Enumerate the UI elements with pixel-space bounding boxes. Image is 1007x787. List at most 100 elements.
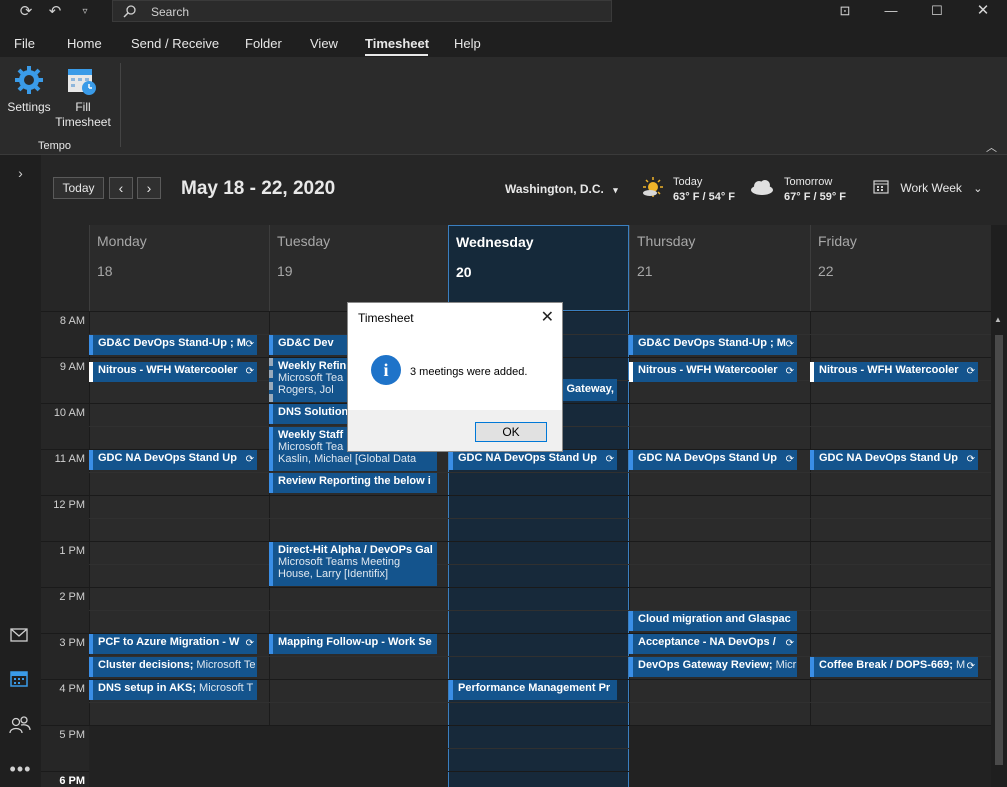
event-item[interactable]: Acceptance - NA DevOps / ⟳ xyxy=(629,634,797,654)
maximize-button[interactable]: ☐ xyxy=(914,0,960,22)
recurring-icon: ⟳ xyxy=(245,366,254,377)
expand-folder-pane-icon[interactable]: › xyxy=(0,165,41,181)
event-title: Gateway, xyxy=(566,383,615,395)
close-icon[interactable]: ✕ xyxy=(541,307,554,327)
day-column-thursday[interactable] xyxy=(629,311,810,787)
collapse-ribbon-icon[interactable]: ︿ xyxy=(986,139,997,155)
calendar-icon[interactable] xyxy=(10,671,28,687)
event-title: Direct-Hit Alpha / DevOPs Gal xyxy=(278,544,433,556)
event-item[interactable]: GDC NA DevOps Stand Up ⟳ xyxy=(810,450,978,470)
event-item[interactable]: Nitrous - WFH Watercooler ⟳ xyxy=(629,362,797,382)
event-item[interactable]: Review Reporting the below i xyxy=(269,473,437,493)
day-header-thursday[interactable]: Thursday 21 xyxy=(629,225,810,311)
day-header-tuesday[interactable]: Tuesday 19 xyxy=(269,225,449,311)
mail-icon[interactable] xyxy=(10,628,28,642)
recurring-icon: ⟳ xyxy=(605,454,614,465)
next-week-button[interactable]: › xyxy=(137,177,161,199)
people-icon[interactable] xyxy=(9,716,31,734)
settings-button[interactable]: Settings xyxy=(4,63,54,119)
recurring-icon: ⟳ xyxy=(785,638,794,649)
event-title: Acceptance - NA DevOps / xyxy=(638,636,776,648)
timesheet-icon xyxy=(68,69,96,95)
menu-send-receive[interactable]: Send / Receive xyxy=(131,36,219,51)
event-item[interactable]: Cluster decisions; Microsoft Te xyxy=(89,657,257,677)
hour-label: 6 PM xyxy=(59,775,85,787)
event-item[interactable]: Mapping Follow-up - Work Se xyxy=(269,634,437,654)
day-header-wednesday[interactable]: Wednesday 20 xyxy=(448,225,629,311)
day-column-friday[interactable] xyxy=(810,311,991,787)
event-location: Microsoft T xyxy=(196,682,254,694)
recurring-icon: ⟳ xyxy=(245,339,254,350)
day-number: 20 xyxy=(456,264,472,280)
today-button[interactable]: Today xyxy=(53,177,104,199)
event-item[interactable]: GD&C DevOps Stand-Up ; M ⟳ xyxy=(89,335,257,355)
ribbon-display-options-icon[interactable]: ⊡ xyxy=(822,0,868,22)
weather-tomorrow-temp: 67° F / 59° F xyxy=(784,191,846,203)
event-item[interactable]: GDC NA DevOps Stand Up ⟳ xyxy=(449,450,617,470)
view-selector[interactable]: Work Week ⌄ xyxy=(873,180,982,195)
event-item[interactable]: DNS setup in AKS; Microsoft T xyxy=(89,680,257,700)
view-label: Work Week xyxy=(900,181,962,195)
day-header-monday[interactable]: Monday 18 xyxy=(89,225,269,311)
close-window-button[interactable]: ✕ xyxy=(960,0,1006,22)
scrollbar-thumb[interactable] xyxy=(995,335,1003,765)
event-location: Micr xyxy=(772,659,797,671)
event-item[interactable]: GDC NA DevOps Stand Up ⟳ xyxy=(629,450,797,470)
menu-view[interactable]: View xyxy=(310,36,338,51)
event-title: Weekly Staff xyxy=(278,429,344,441)
menu-timesheet[interactable]: Timesheet xyxy=(365,36,429,51)
event-item[interactable]: Cloud migration and Glaspac xyxy=(629,611,797,631)
event-item[interactable]: GDC NA DevOps Stand Up ⟳ xyxy=(89,450,257,470)
event-item[interactable]: Nitrous - WFH Watercooler ⟳ xyxy=(89,362,257,382)
menu-file[interactable]: File xyxy=(14,36,35,51)
event-item[interactable]: PCF to Azure Migration - W ⟳ xyxy=(89,634,257,654)
event-title: PCF to Azure Migration - W xyxy=(98,636,240,648)
title-bar: ⟳ ↶ ▿ Search ⊡ — ☐ ✕ xyxy=(0,0,1007,24)
scroll-up-icon[interactable]: ▲ xyxy=(994,315,1002,324)
event-item[interactable]: GD&C DevOps Stand-Up ; M ⟳ xyxy=(629,335,797,355)
event-item[interactable]: Coffee Break / DOPS-669; M ⟳ xyxy=(810,657,978,677)
search-input[interactable]: Search xyxy=(112,0,612,22)
settings-label: Settings xyxy=(7,100,51,114)
menu-help[interactable]: Help xyxy=(454,36,481,51)
event-item[interactable]: DevOps Gateway Review; Micr xyxy=(629,657,797,677)
menu-bar: File Home Send / Receive Folder View Tim… xyxy=(0,27,1007,57)
sync-icon[interactable]: ⟳ xyxy=(17,3,35,21)
location-selector[interactable]: Washington, D.C. ▾ xyxy=(505,182,618,196)
day-name: Friday xyxy=(818,233,857,249)
dialog-message: 3 meetings were added. xyxy=(410,366,528,378)
half-hour-line xyxy=(89,472,991,473)
menu-home[interactable]: Home xyxy=(67,36,102,51)
previous-week-button[interactable]: ‹ xyxy=(109,177,133,199)
hour-label: 10 AM xyxy=(53,407,85,419)
event-item[interactable]: Performance Management Pr xyxy=(449,680,617,700)
event-title: Performance Management Pr xyxy=(458,682,611,694)
ribbon-divider xyxy=(120,63,121,147)
minimize-button[interactable]: — xyxy=(868,0,914,22)
quick-access-dropdown-icon[interactable]: ▿ xyxy=(76,3,94,21)
chevron-right-icon: › xyxy=(146,180,152,196)
menu-folder[interactable]: Folder xyxy=(245,36,282,51)
undo-icon[interactable]: ↶ xyxy=(46,3,64,21)
day-header-friday[interactable]: Friday 22 xyxy=(810,225,991,311)
event-location: M xyxy=(952,659,966,671)
event-item[interactable]: Nitrous - WFH Watercooler ⟳ xyxy=(810,362,978,382)
recurring-icon: ⟳ xyxy=(966,366,975,377)
recurring-icon: ⟳ xyxy=(785,454,794,465)
cloudy-weather-icon xyxy=(749,177,775,197)
vertical-scrollbar[interactable]: ▲ xyxy=(991,311,1007,787)
chevron-down-icon: ⌄ xyxy=(973,183,983,195)
calendar-header: Today ‹ › May 18 - 22, 2020 Washington, … xyxy=(41,155,1007,225)
recurring-icon: ⟳ xyxy=(785,366,794,377)
event-title: DNS Solution xyxy=(278,406,349,418)
event-title: Cloud migration and Glaspac xyxy=(638,613,791,625)
more-apps-icon[interactable]: ••• xyxy=(0,759,41,780)
calendar-view-icon xyxy=(873,180,889,194)
ok-button[interactable]: OK xyxy=(475,422,547,442)
event-item[interactable]: Direct-Hit Alpha / DevOPs Gal Microsoft T… xyxy=(269,542,437,586)
hour-label: 2 PM xyxy=(59,591,85,603)
day-column-monday[interactable] xyxy=(89,311,269,787)
hour-line xyxy=(41,541,991,542)
timesheet-dialog: Timesheet ✕ i 3 meetings were added. OK xyxy=(347,302,563,452)
fill-timesheet-button[interactable]: Fill Timesheet xyxy=(52,63,114,133)
